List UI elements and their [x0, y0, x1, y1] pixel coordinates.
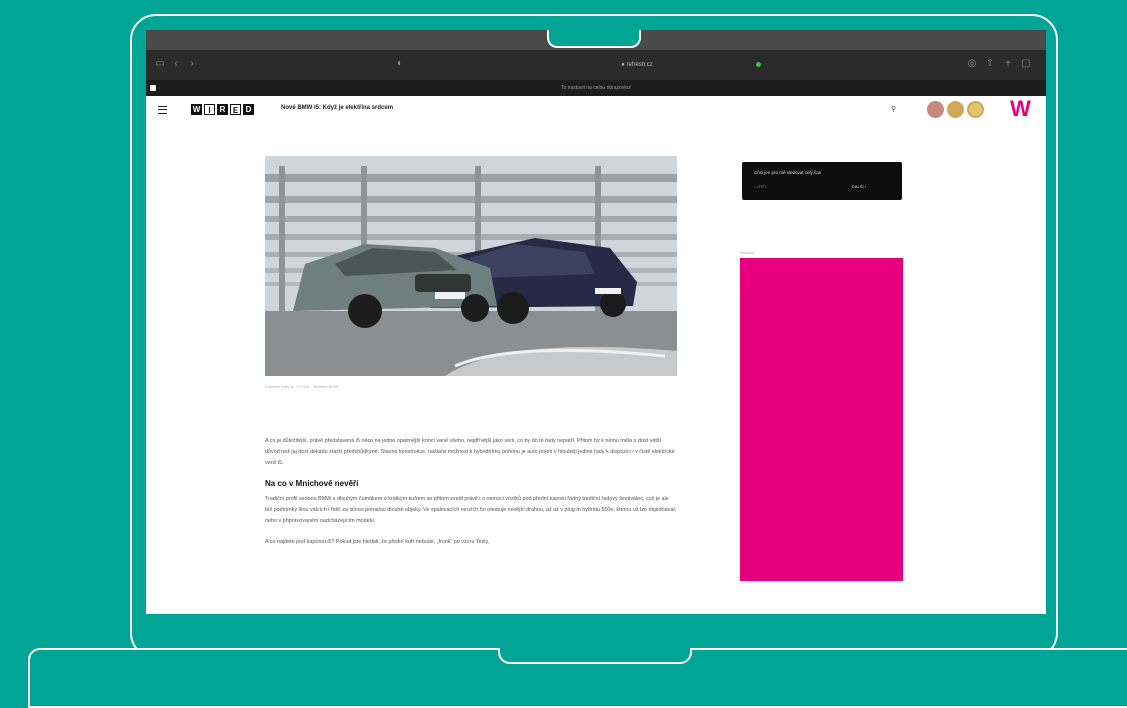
logo-letter: E	[230, 104, 241, 115]
brand-logo[interactable]: W	[1010, 97, 1031, 121]
article-subheading: Na co v Mnichově nevěří	[265, 479, 359, 488]
address-bar[interactable]: ● refresh.cz	[532, 57, 742, 73]
share-icon[interactable]: ⇧	[984, 58, 996, 70]
fullscreen-notice: To nastavit na celou obrazovku!	[146, 80, 1046, 96]
shield-icon[interactable]: ◐	[394, 58, 406, 70]
car-photo	[265, 156, 677, 376]
search-icon[interactable]: ⚲	[891, 105, 896, 113]
article-body: A co je důležitější, právě představená i…	[265, 436, 677, 558]
sidebar-icon[interactable]: ▭	[154, 58, 166, 70]
promo-text: Chci jen pro mě sledovat celý čas	[754, 170, 822, 175]
article-paragraph: A co najdete pod kapotou i5? Pokud jste …	[265, 539, 490, 545]
article-paragraph: Tradiční profil sedanu BMW s dlouhým čum…	[265, 496, 677, 524]
coin-icon[interactable]	[967, 101, 984, 118]
article-hero-image	[265, 156, 677, 376]
laptop-trackpad-notch	[498, 648, 692, 664]
download-icon[interactable]: ◎	[966, 58, 978, 70]
promo-prev-button[interactable]: ‹ ZPĚT	[754, 184, 767, 189]
header-article-title: Nové BMW i5: Když je elektřina srdcem	[281, 105, 394, 111]
chevron-left-icon[interactable]: ‹	[170, 58, 182, 70]
laptop-screen: ▭ ‹ › ◐ ● refresh.cz ◎ ⇧ + ▢ To nastavit…	[146, 30, 1046, 614]
ad-banner[interactable]	[740, 258, 903, 581]
coin-icon[interactable]	[927, 101, 944, 118]
chevron-right-icon[interactable]: ›	[186, 58, 198, 70]
browser-toolbar: ▭ ‹ › ◐ ● refresh.cz ◎ ⇧ + ▢	[146, 50, 1046, 80]
web-page: W I R E D Nové BMW i5: Když je elektřina…	[146, 96, 1046, 614]
camera-notch	[547, 30, 641, 48]
tabs-icon[interactable]: ▢	[1020, 58, 1032, 70]
notice-icon	[150, 85, 156, 91]
site-logo[interactable]: W I R E D	[191, 104, 254, 115]
promo-box[interactable]: Chci jen pro mě sledovat celý čas ‹ ZPĚT…	[742, 162, 902, 200]
image-caption: Autorem fotky je, © 2024 – Refresh BMW	[265, 384, 339, 389]
article-paragraph: A co je důležitější, právě představená i…	[265, 438, 675, 466]
promo-next-button[interactable]: DALŠÍ ›	[852, 184, 866, 189]
logo-letter: R	[217, 104, 228, 115]
menu-icon[interactable]	[158, 106, 167, 114]
plus-icon[interactable]: +	[1002, 58, 1014, 70]
logo-letter: I	[204, 104, 215, 115]
logo-letter: D	[243, 104, 254, 115]
coin-icon[interactable]	[947, 101, 964, 118]
logo-letter: W	[191, 104, 202, 115]
ad-label: Reklama	[740, 251, 755, 255]
secure-indicator	[756, 62, 761, 67]
site-header: W I R E D Nové BMW i5: Když je elektřina…	[146, 96, 1046, 126]
